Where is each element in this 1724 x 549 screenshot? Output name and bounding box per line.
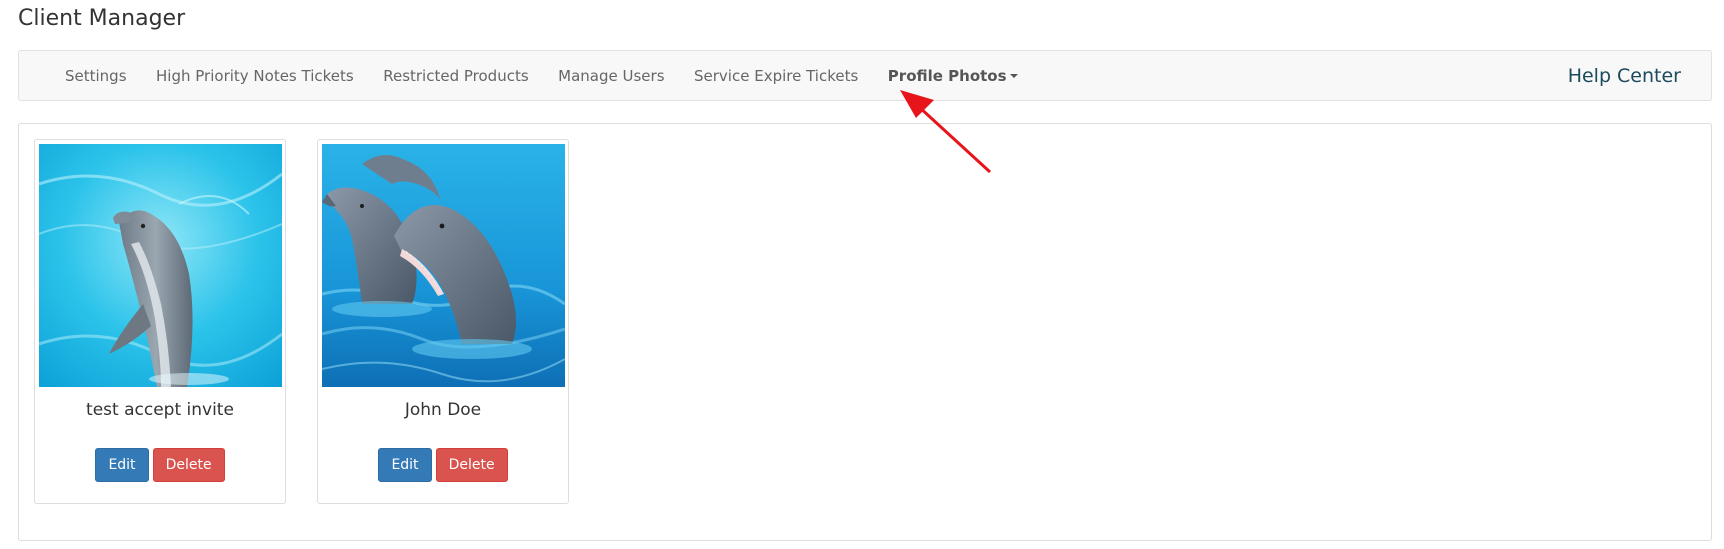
nav-item-settings[interactable]: Settings (65, 67, 127, 85)
nav-item-profile-photos[interactable]: Profile Photos (888, 67, 1018, 85)
delete-button[interactable]: Delete (152, 448, 225, 482)
nav-item-manage-users[interactable]: Manage Users (558, 67, 664, 85)
edit-button[interactable]: Edit (95, 448, 149, 482)
nav-item-service-expire-tickets[interactable]: Service Expire Tickets (694, 67, 858, 85)
dolphins-photo-icon (322, 144, 565, 387)
edit-button[interactable]: Edit (378, 448, 432, 482)
nav-item-profile-photos-label: Profile Photos (887, 66, 1007, 85)
profile-actions: Edit Delete (35, 448, 285, 482)
caret-down-icon (1009, 74, 1018, 78)
profile-actions: Edit Delete (318, 448, 568, 482)
profile-name: test accept invite (86, 400, 234, 420)
dolphin-photo-icon (39, 144, 282, 387)
profile-card: test accept invite Edit Delete (34, 139, 286, 504)
nav-item-restricted-products[interactable]: Restricted Products (383, 67, 528, 85)
profile-photos-panel: test accept invite Edit Delete John Doe … (18, 123, 1712, 541)
profile-name: John Doe (404, 400, 482, 420)
help-center-link[interactable]: Help Center (1568, 51, 1681, 100)
nav-menu: Settings High Priority Notes Tickets Res… (65, 51, 1047, 100)
delete-button[interactable]: Delete (435, 448, 508, 482)
nav-item-high-priority-notes-tickets[interactable]: High Priority Notes Tickets (156, 67, 354, 85)
top-navbar: Settings High Priority Notes Tickets Res… (18, 50, 1712, 101)
page-title: Client Manager (18, 6, 186, 31)
profile-card: John Doe Edit Delete (317, 139, 569, 504)
